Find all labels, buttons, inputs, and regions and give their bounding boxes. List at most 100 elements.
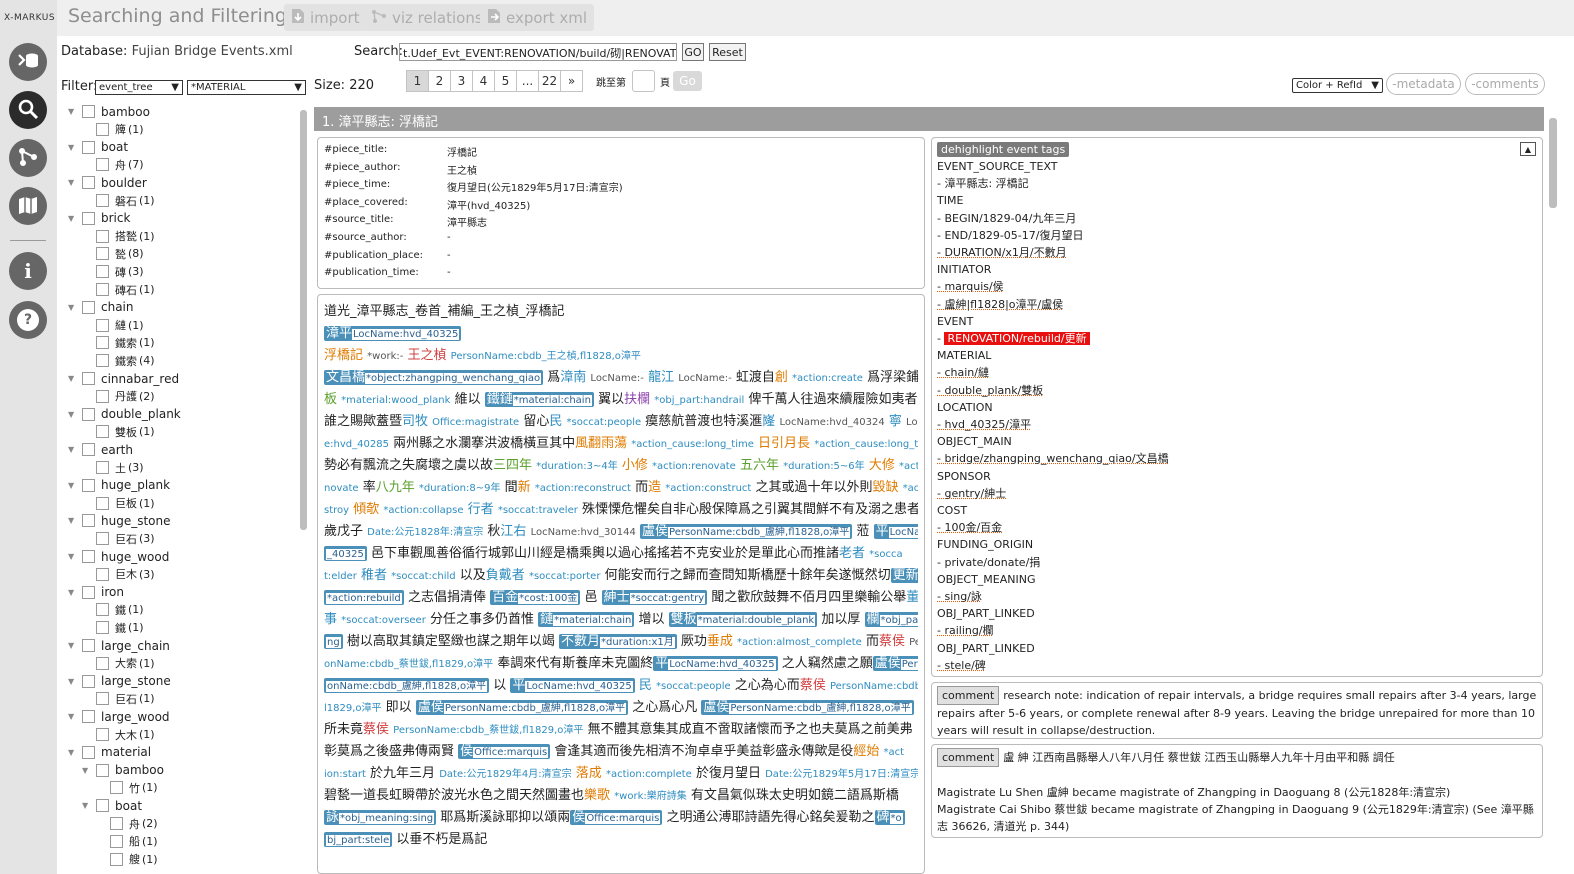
search-go-button[interactable]: GO (682, 43, 704, 61)
tree-checkbox[interactable] (96, 532, 109, 546)
expand-toggle-icon[interactable]: ▼ (68, 445, 76, 454)
page-link[interactable]: 22 (538, 70, 561, 92)
collapse-panel-button[interactable]: ▲ (1520, 142, 1536, 156)
tag-value[interactable]: - sing/詠 (937, 588, 982, 605)
expand-toggle-icon[interactable]: ▼ (68, 410, 76, 419)
expand-toggle-icon[interactable]: ▼ (68, 552, 76, 561)
tree-checkbox[interactable] (82, 211, 95, 225)
toggle-metadata-button[interactable]: -metadata (1386, 73, 1461, 95)
tree-checkbox[interactable] (96, 425, 109, 439)
tree-item[interactable]: 磚石 (1) (82, 281, 155, 298)
tree-item[interactable]: 鐵 (1) (82, 601, 144, 618)
tag-value[interactable]: - stele/碑 (937, 657, 986, 674)
tree-checkbox[interactable] (82, 639, 95, 652)
display-mode-select[interactable]: Color + RefId ▼ (1292, 78, 1383, 93)
entity-tag[interactable]: 紳士*soccat:gentry (601, 590, 708, 605)
tree-item[interactable]: 巨石 (1) (82, 690, 155, 707)
tree-checkbox[interactable] (96, 158, 109, 172)
tree-item[interactable]: 土 (3) (82, 459, 144, 476)
tree-checkbox[interactable] (96, 283, 109, 296)
expand-toggle-icon[interactable]: ▼ (68, 588, 76, 597)
tree-item[interactable]: 竹 (1) (96, 779, 158, 796)
dehighlight-button[interactable]: dehighlight event tags (937, 142, 1070, 157)
search-reset-button[interactable]: Reset (709, 43, 746, 61)
tree-item[interactable]: ▼ large_stone (68, 673, 171, 690)
tree-item[interactable]: ▼ cinnabar_red (68, 370, 179, 387)
tree-checkbox[interactable] (96, 567, 109, 581)
nav-database-button[interactable] (9, 43, 47, 81)
page-link[interactable]: ... (516, 70, 539, 92)
comment-button[interactable]: comment (937, 748, 1000, 767)
page-link[interactable]: 2 (428, 70, 451, 92)
page-link[interactable]: 4 (472, 70, 495, 92)
tree-checkbox[interactable] (110, 834, 123, 848)
entity-tag[interactable]: 文昌橋*object:zhangping_wenchang_qiao (324, 370, 544, 385)
expand-toggle-icon[interactable]: ▼ (68, 516, 76, 525)
tree-item[interactable]: ▼ huge_wood (68, 548, 169, 565)
expand-toggle-icon[interactable]: ▼ (68, 748, 76, 757)
tree-item[interactable]: 巨板 (1) (82, 495, 155, 512)
tree-checkbox[interactable] (96, 728, 109, 741)
entity-tag[interactable]: 盧侯PersonName:cbdb_盧紳,fl1828,o漳平 (415, 700, 629, 715)
tree-item[interactable]: 磚 (3) (82, 263, 144, 280)
tree-item[interactable]: ▼ large_chain (68, 637, 170, 654)
tree-item[interactable]: 縺 (1) (82, 317, 144, 334)
expand-toggle-icon[interactable]: ▼ (68, 712, 76, 721)
entity-tag[interactable]: 雙板*material:double_plank (668, 612, 818, 627)
tree-checkbox[interactable] (82, 478, 95, 492)
tree-item[interactable]: ▼ boat (68, 139, 128, 156)
tree-checkbox[interactable] (96, 692, 109, 706)
expand-toggle-icon[interactable]: ▼ (68, 374, 76, 383)
tree-item[interactable]: 鐵 (1) (82, 619, 144, 636)
tree-item[interactable]: ▼ huge_plank (68, 477, 170, 494)
entity-tag[interactable]: bj_part:stele (324, 832, 393, 847)
comment-button[interactable]: comment (937, 686, 1000, 705)
entity-tag[interactable]: 平LocName:hvd_40325 (653, 656, 778, 671)
tree-checkbox[interactable] (96, 763, 109, 777)
tree-checkbox[interactable] (82, 514, 95, 528)
tree-item[interactable]: 大木 (1) (82, 726, 155, 743)
page-link[interactable]: 5 (494, 70, 517, 92)
tag-value[interactable]: - 100金/百金 (937, 519, 1002, 536)
entity-tag[interactable]: 百金*cost:100金 (490, 590, 581, 605)
nav-help-button[interactable]: ? (9, 301, 47, 339)
tag-value[interactable]: - railing/欄 (937, 622, 994, 639)
tree-item[interactable]: 舟 (2) (96, 815, 158, 832)
tag-value[interactable]: - DURATION/x1月/不數月 (937, 244, 1067, 261)
page-jump-input[interactable] (632, 70, 655, 92)
tree-item[interactable]: ▼ chain (68, 299, 134, 316)
tree-item[interactable]: 簰 (1) (82, 121, 144, 138)
entity-tag[interactable]: 平LocName:hvd_40325 (510, 678, 635, 693)
tree-item[interactable]: 鐵索 (1) (82, 334, 155, 351)
export-xml-button[interactable]: export xml (480, 4, 595, 31)
tree-item[interactable]: 船 (1) (96, 833, 158, 850)
tree-item[interactable]: ▼ brick (68, 210, 130, 227)
tree-item[interactable]: 舟 (7) (82, 156, 144, 173)
nav-search-button[interactable] (9, 91, 47, 129)
tree-item[interactable]: 雙板 (1) (82, 423, 155, 440)
entity-tag[interactable]: 更新 (890, 568, 918, 583)
tree-item[interactable]: ▼ bamboo (68, 103, 150, 120)
main-scrollbar[interactable] (1549, 118, 1557, 208)
viz-relations-button[interactable]: viz relations (364, 4, 490, 31)
entity-tag[interactable]: 碑*o (874, 810, 905, 825)
tag-value[interactable]: - double_plank/雙板 (937, 382, 1043, 399)
entity-tag[interactable]: 盧侯Pers (872, 656, 918, 671)
tree-item[interactable]: 甃 (8) (82, 245, 144, 262)
filter-field-select[interactable]: event_tree ▼ (95, 80, 183, 95)
tree-item[interactable]: ▼ iron (68, 584, 124, 601)
tree-checkbox[interactable] (82, 140, 95, 154)
entity-tag[interactable]: 盧侯PersonName:cbdb_盧紳,fl1828,o漳平 (701, 700, 914, 715)
tree-checkbox[interactable] (110, 817, 123, 830)
page-jump-go-button[interactable]: Go (673, 71, 702, 91)
tree-scrollbar[interactable] (300, 110, 307, 530)
entity-tag[interactable]: ng (324, 634, 343, 649)
expand-toggle-icon[interactable]: ▼ (68, 303, 76, 312)
entity-tag[interactable]: *action:rebuild (324, 590, 404, 605)
tree-item[interactable]: 艘 (1) (96, 851, 158, 868)
tree-checkbox[interactable] (96, 247, 109, 261)
entity-tag[interactable]: 平LocName:hvd (873, 524, 918, 539)
entity-tag[interactable]: _40325 (324, 546, 367, 561)
tree-checkbox[interactable] (82, 674, 95, 688)
entity-tag[interactable]: 欄*obj_part:raili (864, 612, 918, 627)
